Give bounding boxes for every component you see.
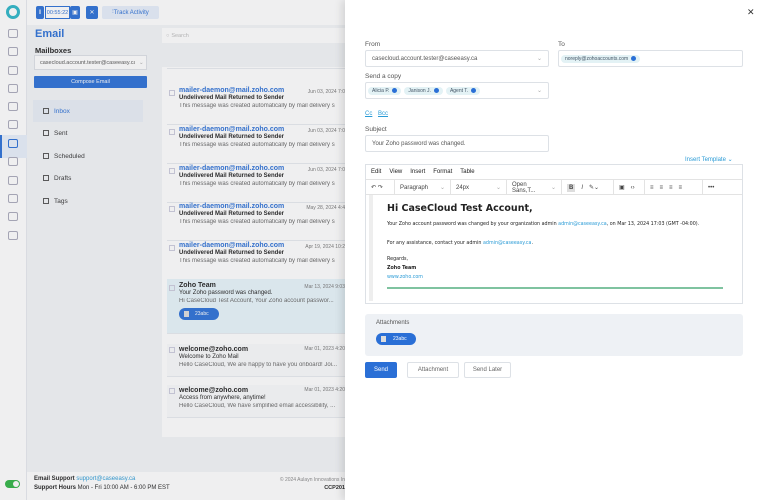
- recipient-chip[interactable]: noreply@zohoaccounts.com: [561, 54, 641, 63]
- body-line: For any assistance, contact your admin a…: [387, 241, 534, 246]
- copy-field[interactable]: Alicia P. Janison J. Agent T. ⌄: [365, 82, 549, 99]
- compose-drawer: ✕ From casecloud.account.tester@caseeasy…: [345, 0, 768, 500]
- menu-view[interactable]: View: [389, 169, 402, 175]
- remove-icon[interactable]: [471, 88, 477, 93]
- cc-link[interactable]: Cc: [365, 111, 372, 117]
- undo-redo-group: ↶ ↷: [366, 180, 395, 195]
- rich-text-editor: Edit View Insert Format Table ↶ ↷ Paragraph ⌄…: [365, 164, 743, 304]
- align-right-icon[interactable]: ≡: [669, 185, 673, 191]
- editor-menubar: Edit View Insert Format Table: [366, 165, 742, 180]
- font-size-select[interactable]: 24px ⌄: [451, 180, 507, 195]
- attachments-section: Attachments 23abc: [365, 314, 743, 356]
- redo-icon[interactable]: ↷: [378, 184, 383, 191]
- chevron-down-icon: ⌄: [727, 157, 733, 163]
- editor-toolbar: ↶ ↷ Paragraph ⌄ 24px ⌄ Open Sans,T... ⌄ B I ✎…: [366, 180, 742, 195]
- subject-input[interactable]: Your Zoho password was changed.: [365, 135, 549, 152]
- copy-chip[interactable]: Janison J.: [404, 86, 443, 95]
- remove-icon[interactable]: [631, 56, 637, 61]
- bcc-link[interactable]: Bcc: [378, 111, 388, 117]
- code-icon[interactable]: ‹›: [631, 185, 635, 191]
- from-select[interactable]: casecloud.account.tester@caseeasy.ca ⌄: [365, 50, 549, 67]
- chevron-down-icon: ⌄: [536, 88, 542, 94]
- font-family-select[interactable]: Open Sans,T... ⌄: [507, 180, 562, 195]
- menu-table[interactable]: Table: [460, 169, 474, 175]
- copy-chip[interactable]: Agent T.: [445, 86, 481, 95]
- remove-icon[interactable]: [392, 88, 398, 93]
- menu-insert[interactable]: Insert: [410, 169, 425, 175]
- modal-backdrop[interactable]: [0, 0, 345, 500]
- justify-icon[interactable]: ≡: [679, 185, 683, 191]
- menu-format[interactable]: Format: [433, 169, 452, 175]
- greeting: Hi CaseCloud Test Account,: [387, 203, 533, 214]
- insert-template-dropdown[interactable]: Insert Template ⌄: [685, 156, 733, 163]
- align-left-icon[interactable]: ≡: [650, 185, 654, 191]
- site-link[interactable]: www.zoho.com: [387, 275, 742, 280]
- insert-group: ▣ ‹›: [614, 180, 645, 195]
- to-field[interactable]: noreply@zohoaccounts.com: [558, 50, 743, 67]
- text-style-group: B I ✎⌄: [562, 180, 614, 195]
- editor-body[interactable]: Hi CaseCloud Test Account, Your Zoho acc…: [369, 195, 742, 301]
- bold-icon[interactable]: B: [567, 183, 576, 192]
- align-center-icon[interactable]: ≡: [660, 185, 664, 191]
- align-group: ≡ ≡ ≡ ≡: [645, 180, 703, 195]
- block-format-select[interactable]: Paragraph ⌄: [395, 180, 451, 195]
- body-line: Your Zoho account password was changed b…: [387, 222, 700, 227]
- send-later-button[interactable]: Send Later: [464, 362, 511, 378]
- chevron-down-icon: ⌄: [550, 185, 556, 191]
- file-icon: [381, 336, 386, 342]
- copy-chip[interactable]: Alicia P.: [368, 86, 402, 95]
- attachment-chip[interactable]: 23abc: [376, 333, 416, 345]
- highlight-icon[interactable]: ✎⌄: [589, 184, 599, 191]
- close-icon[interactable]: ✕: [747, 7, 755, 18]
- image-icon[interactable]: ▣: [619, 184, 625, 191]
- menu-edit[interactable]: Edit: [371, 169, 381, 175]
- undo-icon[interactable]: ↶: [371, 184, 376, 191]
- chevron-down-icon: ⌄: [495, 185, 501, 191]
- italic-icon[interactable]: I: [581, 185, 583, 191]
- remove-icon[interactable]: [433, 88, 439, 93]
- send-button[interactable]: Send: [365, 362, 397, 378]
- chevron-down-icon: ⌄: [536, 56, 542, 62]
- chevron-down-icon: ⌄: [439, 185, 445, 191]
- attachment-button[interactable]: Attachment: [407, 362, 459, 378]
- divider: [387, 287, 723, 289]
- more-icon[interactable]: •••: [703, 180, 719, 195]
